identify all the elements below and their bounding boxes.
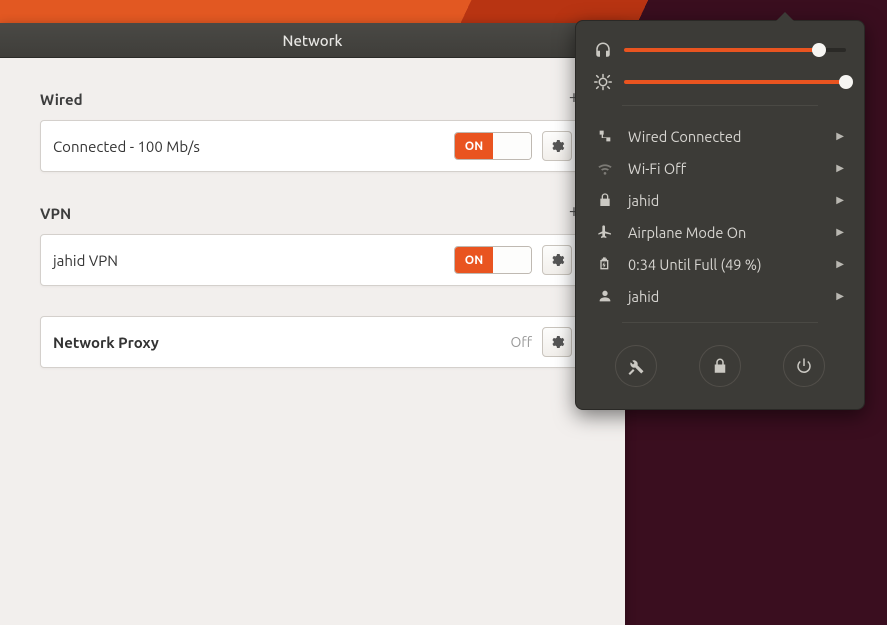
- chevron-right-icon: ▶: [836, 226, 844, 238]
- wired-heading: Wired: [40, 91, 83, 108]
- toggle-off-side: [493, 133, 531, 159]
- toggle-off-side: [493, 247, 531, 273]
- proxy-row[interactable]: Network Proxy Off: [40, 316, 585, 368]
- brightness-slider[interactable]: [624, 80, 846, 84]
- vpn-section-header: VPN +: [40, 202, 585, 224]
- menu-item-label: Wi-Fi Off: [628, 160, 822, 177]
- toggle-on-label: ON: [455, 133, 493, 159]
- user-icon: [596, 287, 614, 305]
- wired-status-label: Connected - 100 Mb/s: [53, 138, 454, 155]
- toggle-on-label: ON: [455, 247, 493, 273]
- menu-item-label: Wired Connected: [628, 128, 822, 145]
- system-status-panel: Wired Connected▶Wi-Fi Off▶jahid▶Airplane…: [575, 20, 865, 410]
- panel-separator: [622, 322, 818, 323]
- tools-icon: [627, 357, 645, 375]
- menu-item-label: 0:34 Until Full (49 %): [628, 256, 822, 273]
- proxy-status: Off: [510, 334, 532, 350]
- vpn-name-label: jahid VPN: [53, 252, 454, 269]
- settings-action-button[interactable]: [615, 345, 657, 387]
- chevron-right-icon: ▶: [836, 130, 844, 142]
- gear-icon: [549, 252, 565, 268]
- wired-settings-button[interactable]: [542, 131, 572, 161]
- window-titlebar[interactable]: Network: [0, 23, 625, 58]
- menu-item-label: jahid: [628, 288, 822, 305]
- lock-icon: [711, 357, 729, 375]
- vpn-heading: VPN: [40, 205, 71, 222]
- proxy-settings-button[interactable]: [542, 327, 572, 357]
- vpn-settings-button[interactable]: [542, 245, 572, 275]
- wired-section-header: Wired +: [40, 88, 585, 110]
- vpn-connection-row: jahid VPN ON: [40, 234, 585, 286]
- chevron-right-icon: ▶: [836, 258, 844, 270]
- brightness-icon: [594, 73, 612, 91]
- brightness-slider-row: [594, 73, 846, 91]
- chevron-right-icon: ▶: [836, 194, 844, 206]
- battery-icon: [596, 255, 614, 273]
- gear-icon: [549, 138, 565, 154]
- headphones-icon: [594, 41, 612, 59]
- action-row: [594, 345, 846, 387]
- gear-icon: [549, 334, 565, 350]
- wired-connection-row: Connected - 100 Mb/s ON: [40, 120, 585, 172]
- wifi-icon: [596, 159, 614, 177]
- power-action-button[interactable]: [783, 345, 825, 387]
- window-title: Network: [283, 32, 343, 49]
- menu-item-battery[interactable]: 0:34 Until Full (49 %) ▶: [594, 248, 846, 280]
- menu-item-vpn[interactable]: jahid ▶: [594, 184, 846, 216]
- chevron-right-icon: ▶: [836, 162, 844, 174]
- lock-action-button[interactable]: [699, 345, 741, 387]
- proxy-heading: Network Proxy: [53, 334, 510, 351]
- panel-separator: [622, 105, 818, 106]
- wired-toggle[interactable]: ON: [454, 132, 532, 160]
- vpn-toggle[interactable]: ON: [454, 246, 532, 274]
- menu-item-user[interactable]: jahid ▶: [594, 280, 846, 312]
- power-icon: [795, 357, 813, 375]
- menu-item-wired[interactable]: Wired Connected ▶: [594, 120, 846, 152]
- menu-item-label: Airplane Mode On: [628, 224, 822, 241]
- volume-slider[interactable]: [624, 48, 846, 52]
- menu-item-airplane[interactable]: Airplane Mode On ▶: [594, 216, 846, 248]
- menu-item-label: jahid: [628, 192, 822, 209]
- airplane-icon: [596, 223, 614, 241]
- wired-icon: [596, 127, 614, 145]
- settings-content: Wired + Connected - 100 Mb/s ON VPN + ja…: [0, 58, 625, 398]
- vpn-icon: [596, 191, 614, 209]
- chevron-right-icon: ▶: [836, 290, 844, 302]
- settings-window: Network Wired + Connected - 100 Mb/s ON …: [0, 23, 625, 625]
- menu-item-wifi[interactable]: Wi-Fi Off ▶: [594, 152, 846, 184]
- volume-slider-row: [594, 41, 846, 59]
